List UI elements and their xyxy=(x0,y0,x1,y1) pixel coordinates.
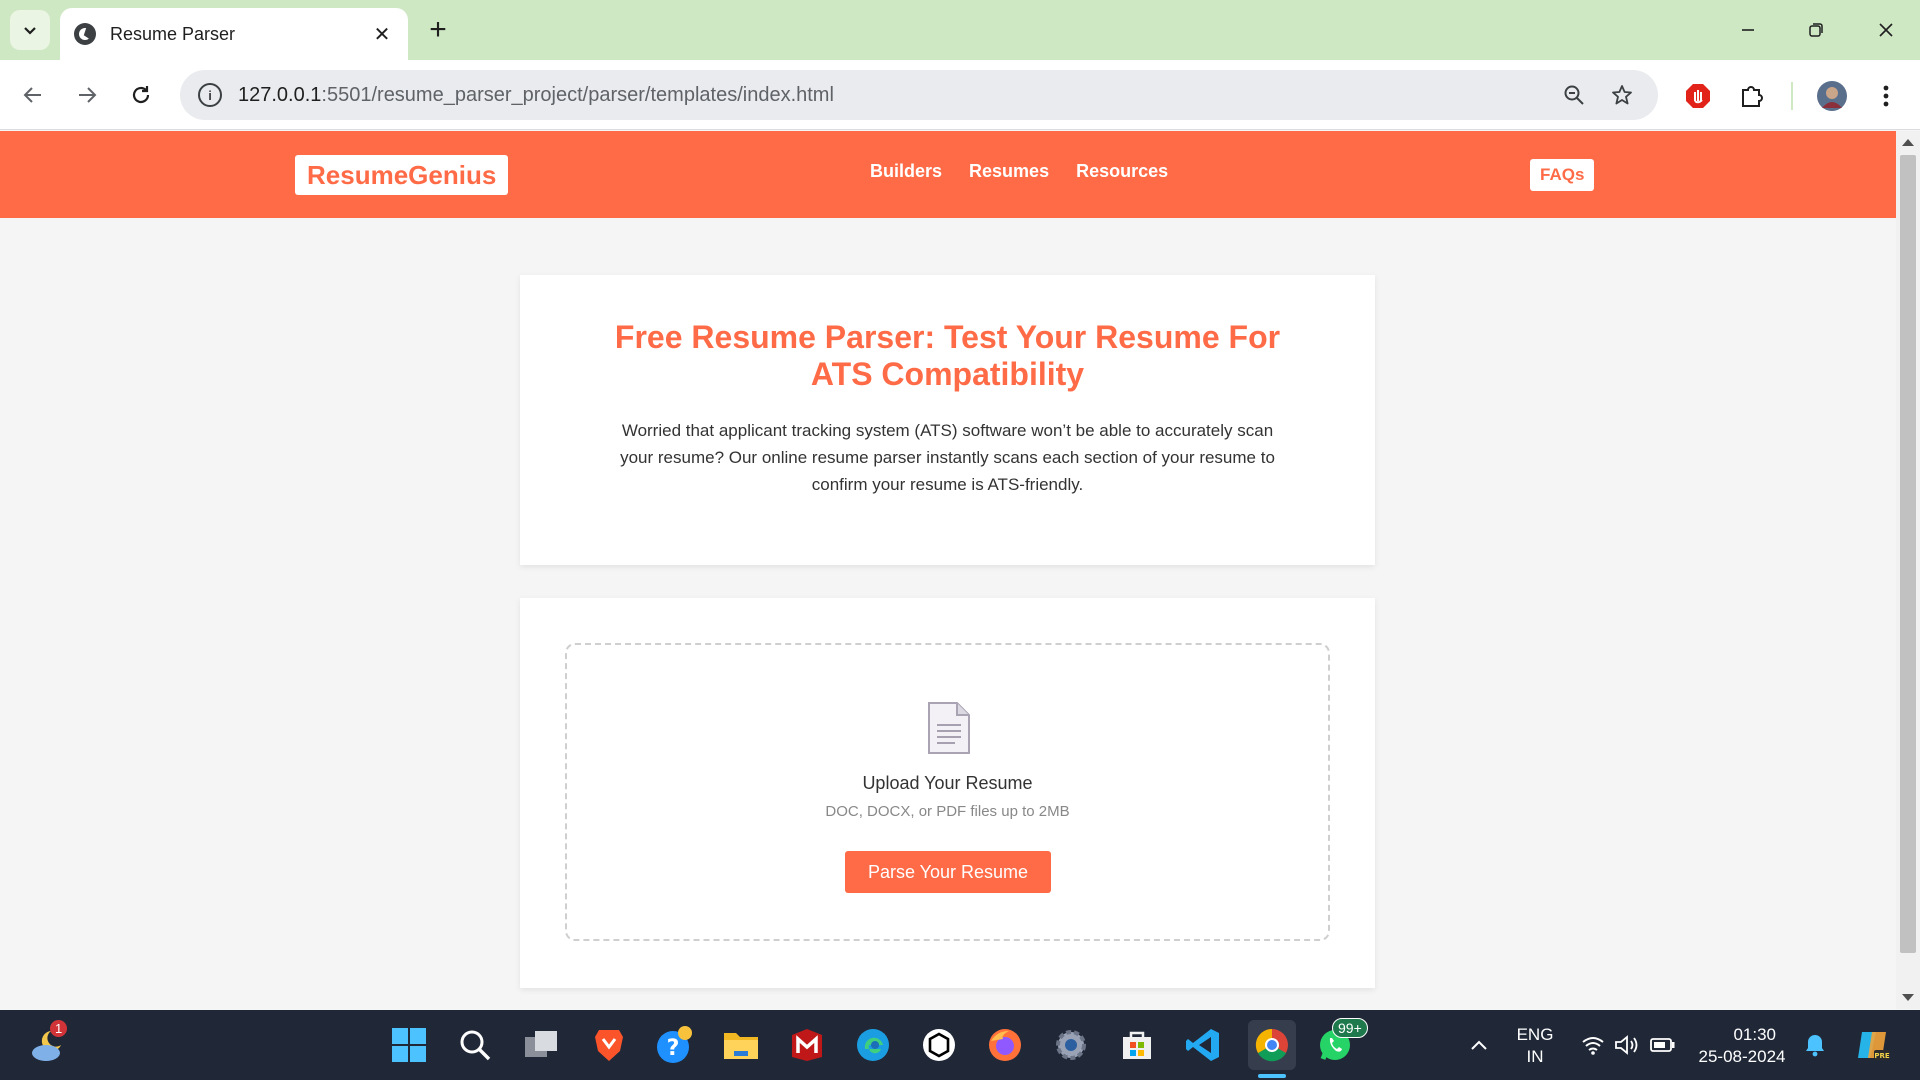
region-code: IN xyxy=(1526,1047,1544,1066)
address-bar[interactable]: i 127.0.0.1:5501/resume_parser_project/p… xyxy=(180,70,1658,120)
brave-browser-icon[interactable] xyxy=(588,1024,630,1066)
firefox-icon[interactable] xyxy=(984,1024,1026,1066)
svg-text:PRE: PRE xyxy=(1874,1052,1890,1060)
intro-description: Worried that applicant tracking system (… xyxy=(620,421,1275,494)
minimize-button[interactable] xyxy=(1724,10,1772,50)
parse-resume-button[interactable]: Parse Your Resume xyxy=(845,851,1051,893)
settings-gear-icon[interactable] xyxy=(1050,1024,1092,1066)
adblock-extension-icon[interactable] xyxy=(1680,78,1716,114)
get-help-icon[interactable]: ? xyxy=(654,1024,696,1066)
toolbar-divider xyxy=(1791,82,1793,110)
volume-icon[interactable] xyxy=(1610,1024,1644,1066)
whatsapp-badge: 99+ xyxy=(1332,1018,1368,1038)
chevron-up-icon xyxy=(1471,1040,1487,1050)
browser-tab-strip: Resume Parser ✕ + xyxy=(0,0,1920,60)
browser-menu-icon[interactable] xyxy=(1868,78,1904,114)
resume-dropzone[interactable]: Upload Your Resume DOC, DOCX, or PDF fil… xyxy=(565,643,1330,941)
url-path: :5501/resume_parser_project/parser/templ… xyxy=(321,83,834,106)
close-tab-icon[interactable]: ✕ xyxy=(370,22,394,47)
upload-card: Upload Your Resume DOC, DOCX, or PDF fil… xyxy=(520,598,1375,988)
close-icon xyxy=(1879,23,1893,37)
arrow-right-icon xyxy=(79,87,97,103)
tab-search-button[interactable] xyxy=(10,10,50,50)
restore-button[interactable] xyxy=(1792,10,1840,50)
notification-bell-icon[interactable] xyxy=(1798,1024,1832,1066)
wifi-icon[interactable] xyxy=(1576,1024,1610,1066)
chrome-icon[interactable] xyxy=(1248,1020,1296,1070)
language-code: ENG xyxy=(1516,1025,1554,1044)
url-text[interactable]: 127.0.0.1:5501/resume_parser_project/par… xyxy=(238,84,1544,107)
site-info-icon[interactable]: i xyxy=(198,83,222,107)
minimize-icon xyxy=(1742,29,1754,31)
bookmark-star-icon[interactable] xyxy=(1604,77,1640,113)
site-logo[interactable]: ResumeGenius xyxy=(295,155,509,195)
url-host: 127.0.0.1 xyxy=(238,83,322,106)
arrow-left-icon xyxy=(23,87,41,103)
start-button[interactable] xyxy=(388,1024,430,1066)
close-window-button[interactable] xyxy=(1862,10,1910,50)
task-view-icon xyxy=(525,1031,557,1057)
profile-avatar[interactable] xyxy=(1814,78,1850,114)
nav-builders[interactable]: Builders xyxy=(870,161,942,182)
intro-card: Free Resume Parser: Test Your Resume For… xyxy=(520,275,1375,565)
main-nav: Builders Resumes Resources xyxy=(870,161,1168,182)
restore-icon xyxy=(1809,23,1823,37)
chevron-down-icon xyxy=(24,27,36,35)
zoom-icon[interactable] xyxy=(1556,77,1592,113)
new-tab-button[interactable]: + xyxy=(420,12,456,48)
show-hidden-icons-button[interactable] xyxy=(1458,1024,1500,1066)
windows-taskbar: 1 ? 99+ ENG IN 01:30 25-08-2024 PRE xyxy=(0,1010,1920,1080)
chrome-active-indicator xyxy=(1258,1074,1286,1078)
document-icon xyxy=(928,702,970,754)
task-view-button[interactable] xyxy=(520,1024,562,1066)
upload-file-hint: DOC, DOCX, or PDF files up to 2MB xyxy=(825,803,1070,820)
microsoft-store-icon[interactable] xyxy=(1116,1024,1158,1066)
tab-title: Resume Parser xyxy=(110,23,236,44)
svg-text:?: ? xyxy=(667,1036,680,1061)
extensions-puzzle-icon[interactable] xyxy=(1734,78,1770,114)
forward-button[interactable] xyxy=(66,74,108,116)
weather-widget[interactable]: 1 xyxy=(26,1020,68,1066)
clock-date: 25-08-2024 xyxy=(1698,1047,1786,1066)
reload-button[interactable] xyxy=(120,74,162,116)
edge-browser-icon[interactable] xyxy=(852,1024,894,1066)
copilot-icon[interactable]: PRE xyxy=(1852,1024,1894,1066)
battery-icon[interactable] xyxy=(1646,1024,1680,1066)
upload-title: Upload Your Resume xyxy=(862,773,1033,793)
browser-tab[interactable]: Resume Parser ✕ xyxy=(60,8,408,60)
chatgpt-icon[interactable] xyxy=(918,1024,960,1066)
nav-resources[interactable]: Resources xyxy=(1076,161,1168,182)
page-viewport: ResumeGenius Builders Resumes Resources … xyxy=(0,131,1896,1009)
scrollbar-thumb[interactable] xyxy=(1900,155,1916,953)
search-icon xyxy=(460,1030,491,1061)
clock-time: 01:30 xyxy=(1733,1025,1776,1044)
mcafee-icon[interactable] xyxy=(786,1024,828,1066)
scroll-up-icon[interactable] xyxy=(1902,139,1914,146)
scroll-down-icon[interactable] xyxy=(1902,994,1914,1001)
browser-toolbar: i 127.0.0.1:5501/resume_parser_project/p… xyxy=(0,60,1920,130)
windows-logo-icon xyxy=(392,1028,426,1062)
page-title: Free Resume Parser: Test Your Resume For… xyxy=(614,319,1281,392)
file-explorer-icon[interactable] xyxy=(720,1024,762,1066)
nav-resumes[interactable]: Resumes xyxy=(969,161,1049,182)
language-indicator[interactable]: ENG IN xyxy=(1504,1024,1566,1068)
reload-icon xyxy=(132,86,150,104)
vscode-icon[interactable] xyxy=(1182,1024,1224,1066)
page-scrollbar[interactable] xyxy=(1896,131,1920,1009)
globe-icon xyxy=(74,23,96,45)
whatsapp-icon[interactable]: 99+ xyxy=(1314,1018,1368,1066)
site-header: ResumeGenius Builders Resumes Resources … xyxy=(0,131,1896,218)
faqs-button[interactable]: FAQs xyxy=(1530,159,1595,191)
clock[interactable]: 01:30 25-08-2024 xyxy=(1694,1024,1790,1068)
taskbar-search-button[interactable] xyxy=(454,1024,496,1066)
back-button[interactable] xyxy=(12,74,54,116)
